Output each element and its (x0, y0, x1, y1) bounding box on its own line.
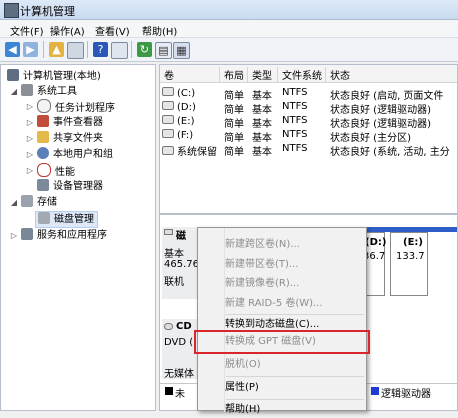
collapse-arrow-icon[interactable]: ◢ (9, 84, 19, 99)
tree-item-system-tools[interactable]: ◢ 系统工具 (11, 84, 77, 99)
disk-context-menu: 新建跨区卷(N)... 新建带区卷(T)... 新建镜像卷(R)... 新建 R… (197, 227, 367, 415)
volume-icon (162, 129, 174, 138)
partition-e[interactable]: (E:) 133.7 (390, 232, 428, 296)
column-type[interactable]: 类型 (248, 67, 278, 82)
computer-management-icon (4, 3, 19, 18)
tree-item-performance[interactable]: ▷ 性能 (27, 163, 75, 178)
menu-help[interactable]: 帮助(H) (142, 23, 177, 38)
menu-item-new-raid5-volume[interactable]: 新建 RAID-5 卷(W)... (225, 296, 323, 312)
disk0-info[interactable]: 磁 基本 465.76 联机 (162, 227, 200, 299)
column-status[interactable]: 状态 (326, 67, 457, 82)
menu-item-new-spanned-volume[interactable]: 新建跨区卷(N)... (225, 237, 300, 253)
tree-item-disk-management[interactable]: 磁盘管理 (35, 211, 98, 228)
volume-list: 卷 布局 类型 文件系统 状态 (C:) 简单 基本 NTFS 状态良好 (启动… (159, 64, 458, 214)
table-row[interactable]: (C:) 简单 基本 NTFS 状态良好 (启动, 页面文件 (160, 86, 457, 102)
legend-logical-swatch (371, 387, 379, 395)
clock-icon (37, 99, 51, 113)
expand-arrow-icon[interactable]: ▷ (25, 163, 35, 178)
console-tree: 计算机管理(本地) ◢ 系统工具 ▷ 任务计划程序 ▷ 事件查看器 ▷ 共享文件… (0, 64, 156, 411)
menu-bar: 文件(F) 操作(A) 查看(V) 帮助(H) (0, 20, 458, 38)
shared-folder-icon (37, 131, 49, 143)
disk0-size: 465.76 (164, 259, 199, 270)
legend-unallocated-swatch (165, 387, 173, 395)
table-row[interactable]: (E:) 简单 基本 NTFS 状态良好 (逻辑驱动器) (160, 114, 457, 130)
menu-item-new-mirrored-volume[interactable]: 新建镜像卷(R)... (225, 276, 299, 292)
volume-icon (162, 115, 174, 124)
collapse-arrow-icon[interactable]: ◢ (9, 195, 19, 210)
menu-view[interactable]: 查看(V) (95, 23, 130, 38)
volume-icon (162, 101, 174, 110)
expand-arrow-icon[interactable]: ▷ (25, 131, 35, 146)
refresh-icon[interactable]: ↻ (137, 42, 152, 57)
disk-icon (38, 212, 50, 224)
toolbar: ◀ ▶ ▲ ? ↻ ▤ ▦ (0, 38, 458, 62)
volume-icon (162, 146, 174, 155)
tree-root[interactable]: 计算机管理(本地) (7, 69, 101, 84)
legend-unallocated: 未 (175, 389, 185, 400)
users-icon (37, 147, 49, 159)
tree-item-task-scheduler[interactable]: ▷ 任务计划程序 (27, 99, 115, 114)
cdrom-drive: DVD ( (164, 337, 194, 348)
export-icon[interactable]: ▤ (155, 42, 172, 59)
help-icon[interactable]: ? (93, 42, 108, 57)
computer-icon (7, 69, 19, 81)
window-title: 计算机管理 (20, 5, 75, 18)
storage-icon (21, 195, 33, 207)
forward-arrow-icon[interactable]: ▶ (23, 42, 38, 57)
cd-icon (164, 323, 173, 330)
device-manager-icon (37, 179, 49, 191)
column-filesystem[interactable]: 文件系统 (278, 67, 326, 82)
tools-icon (21, 84, 33, 96)
up-folder-icon[interactable]: ▲ (49, 42, 64, 57)
menu-file[interactable]: 文件(F) (10, 23, 44, 38)
table-row[interactable]: (D:) 简单 基本 NTFS 状态良好 (逻辑驱动器) (160, 100, 457, 116)
expand-arrow-icon[interactable]: ▷ (9, 228, 19, 243)
services-icon (21, 228, 33, 240)
menu-item-properties[interactable]: 属性(P) (225, 380, 259, 396)
column-volume[interactable]: 卷 (160, 67, 220, 82)
disk0-label: 磁 (176, 231, 186, 242)
tree-item-local-users[interactable]: ▷ 本地用户和组 (27, 147, 113, 162)
volume-list-header: 卷 布局 类型 文件系统 状态 (160, 65, 457, 83)
disk-icon (164, 229, 173, 235)
back-arrow-icon[interactable]: ◀ (5, 42, 20, 57)
legend-logical: 逻辑驱动器 (381, 389, 431, 400)
expand-arrow-icon[interactable]: ▷ (25, 147, 35, 162)
volume-icon (162, 87, 174, 96)
properties-icon[interactable]: ▦ (173, 42, 190, 59)
expand-arrow-icon[interactable]: ▷ (25, 115, 35, 130)
console-tree-icon[interactable] (67, 42, 84, 59)
panel-icon[interactable] (111, 42, 128, 59)
column-layout[interactable]: 布局 (220, 67, 248, 82)
menu-item-help[interactable]: 帮助(H) (225, 402, 260, 418)
menu-item-offline[interactable]: 脱机(O) (225, 357, 261, 373)
performance-icon (37, 163, 51, 177)
menu-action[interactable]: 操作(A) (50, 23, 85, 38)
table-row[interactable]: 系统保留 简单 基本 NTFS 状态良好 (系统, 活动, 主分 (160, 142, 457, 158)
disk0-type: 基本 (164, 249, 184, 260)
tree-item-device-manager[interactable]: 设备管理器 (37, 179, 103, 194)
disk0-status: 联机 (164, 277, 184, 288)
tree-item-shared-folders[interactable]: ▷ 共享文件夹 (27, 131, 103, 146)
cdrom-label: CD (176, 321, 192, 332)
tree-item-services[interactable]: ▷ 服务和应用程序 (11, 228, 107, 243)
title-bar: 计算机管理 (0, 0, 458, 20)
event-log-icon (37, 115, 49, 127)
menu-item-new-striped-volume[interactable]: 新建带区卷(T)... (225, 257, 298, 273)
expand-arrow-icon[interactable]: ▷ (25, 99, 35, 114)
tree-item-event-viewer[interactable]: ▷ 事件查看器 (27, 115, 103, 130)
highlight-box (194, 330, 370, 354)
cdrom-media: 无媒体 (164, 369, 194, 380)
table-row[interactable]: (F:) 简单 基本 NTFS 状态良好 (主分区) (160, 128, 457, 144)
tree-item-storage[interactable]: ◢ 存储 (11, 195, 57, 210)
